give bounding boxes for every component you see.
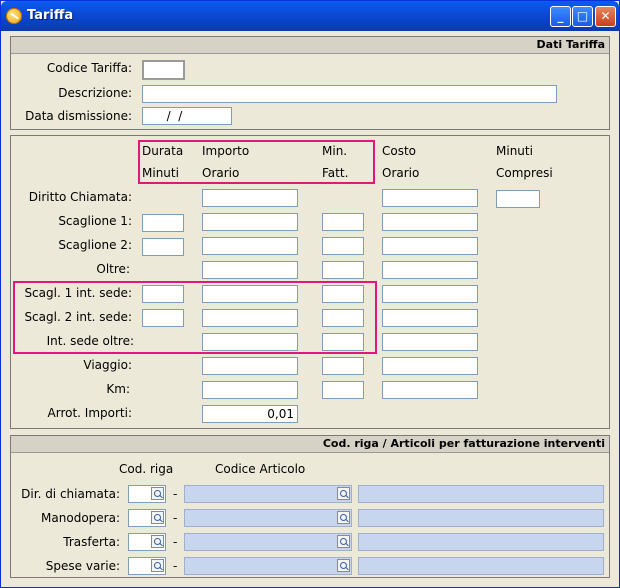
diritto-importo-input[interactable]: [202, 189, 298, 207]
search-icon[interactable]: [337, 487, 350, 500]
trasferta-descr-input: [358, 533, 604, 551]
diritto-costo-input[interactable]: [382, 189, 478, 207]
scaglione2-durata-input[interactable]: [142, 238, 184, 256]
scaglione1-label: Scaglione 1:: [58, 214, 132, 228]
scagl2-int-costo-input[interactable]: [382, 309, 478, 327]
close-button[interactable]: ✕: [595, 6, 616, 27]
app-icon: [6, 8, 22, 24]
manodopera-codriga-select[interactable]: [128, 509, 166, 527]
codice-tariffa-label: Codice Tariffa:: [46, 61, 132, 75]
header-minuti-compresi: Minuti: [496, 144, 533, 158]
search-icon[interactable]: [151, 511, 164, 524]
dash-separator: -: [173, 511, 178, 525]
int-sede-highlight-box: [13, 281, 377, 354]
minimize-button[interactable]: _: [550, 6, 571, 27]
viaggio-importo-input[interactable]: [202, 357, 298, 375]
articoli-header: Cod. riga / Articoli per fatturazione in…: [11, 436, 609, 453]
search-icon[interactable]: [151, 535, 164, 548]
km-importo-input[interactable]: [202, 381, 298, 399]
km-costo-input[interactable]: [382, 381, 478, 399]
oltre-label: Oltre:: [96, 262, 130, 276]
viaggio-costo-input[interactable]: [382, 357, 478, 375]
search-icon[interactable]: [337, 511, 350, 524]
data-dismissione-input[interactable]: / /: [142, 107, 232, 125]
oltre-importo-input[interactable]: [202, 261, 298, 279]
diritto-minuti-compresi-input[interactable]: [496, 190, 540, 208]
search-icon[interactable]: [151, 559, 164, 572]
trasferta-label: Trasferta:: [63, 535, 120, 549]
scaglione2-label: Scaglione 2:: [58, 238, 132, 252]
dir-chiamata-articolo-input[interactable]: [184, 485, 352, 503]
tariffe-panel: Durata Minuti Importo Orario Min. Fatt. …: [10, 135, 610, 429]
window-title: Tariffa: [27, 8, 74, 23]
trasferta-codriga-select[interactable]: [128, 533, 166, 551]
cod-riga-column-header: Cod. riga: [119, 462, 174, 476]
dash-separator: -: [173, 559, 178, 573]
km-label: Km:: [106, 382, 130, 396]
codice-articolo-column-header: Codice Articolo: [215, 462, 306, 476]
descrizione-label: Descrizione:: [58, 86, 132, 100]
maximize-icon: □: [576, 9, 589, 23]
spese-varie-descr-input: [358, 557, 604, 575]
articoli-panel: Cod. riga / Articoli per fatturazione in…: [10, 435, 610, 578]
close-icon: ✕: [600, 9, 611, 23]
codice-tariffa-input[interactable]: [142, 60, 185, 80]
oltre-minfatt-input[interactable]: [322, 261, 364, 279]
diritto-chiamata-label: Diritto Chiamata:: [28, 190, 132, 204]
scaglione1-minfatt-input[interactable]: [322, 213, 364, 231]
search-icon[interactable]: [337, 535, 350, 548]
scaglione2-minfatt-input[interactable]: [322, 237, 364, 255]
arrot-importi-input[interactable]: 0,01: [202, 405, 298, 423]
scaglione1-durata-input[interactable]: [142, 214, 184, 232]
oltre-costo-input[interactable]: [382, 261, 478, 279]
header-highlight-box: [138, 140, 375, 184]
spese-varie-label: Spese varie:: [45, 559, 120, 573]
spese-varie-codriga-select[interactable]: [128, 557, 166, 575]
scaglione2-costo-input[interactable]: [382, 237, 478, 255]
scaglione1-costo-input[interactable]: [382, 213, 478, 231]
scagl1-int-costo-input[interactable]: [382, 285, 478, 303]
search-icon[interactable]: [337, 559, 350, 572]
manodopera-articolo-input[interactable]: [184, 509, 352, 527]
title-bar[interactable]: Tariffa _ □ ✕: [1, 1, 619, 31]
dash-separator: -: [173, 535, 178, 549]
header-compresi: Compresi: [496, 166, 553, 180]
data-dismissione-label: Data dismissione:: [25, 109, 132, 123]
header-costo: Costo: [382, 144, 417, 158]
scaglione2-importo-input[interactable]: [202, 237, 298, 255]
viaggio-minfatt-input[interactable]: [322, 357, 364, 375]
dir-chiamata-descr-input: [358, 485, 604, 503]
spese-varie-articolo-input[interactable]: [184, 557, 352, 575]
dati-tariffa-header: Dati Tariffa: [11, 37, 609, 54]
dati-tariffa-panel: Dati Tariffa Codice Tariffa: Descrizione…: [10, 36, 610, 130]
maximize-button[interactable]: □: [572, 6, 593, 27]
km-minfatt-input[interactable]: [322, 381, 364, 399]
int-oltre-costo-input[interactable]: [382, 333, 478, 351]
tariffa-window: Tariffa _ □ ✕ Dati Tariffa Codice Tariff…: [0, 0, 620, 588]
descrizione-input[interactable]: [142, 85, 557, 103]
dash-separator: -: [173, 487, 178, 501]
minimize-icon: _: [557, 9, 564, 23]
trasferta-articolo-input[interactable]: [184, 533, 352, 551]
manodopera-label: Manodopera:: [41, 511, 120, 525]
header-costo-orario: Orario: [382, 166, 420, 180]
viaggio-label: Viaggio:: [83, 358, 132, 372]
search-icon[interactable]: [151, 487, 164, 500]
dir-chiamata-codriga-select[interactable]: [128, 485, 166, 503]
dir-chiamata-label: Dir. di chiamata:: [21, 487, 120, 501]
manodopera-descr-input: [358, 509, 604, 527]
scaglione1-importo-input[interactable]: [202, 213, 298, 231]
arrot-importi-label: Arrot. Importi:: [47, 406, 132, 420]
